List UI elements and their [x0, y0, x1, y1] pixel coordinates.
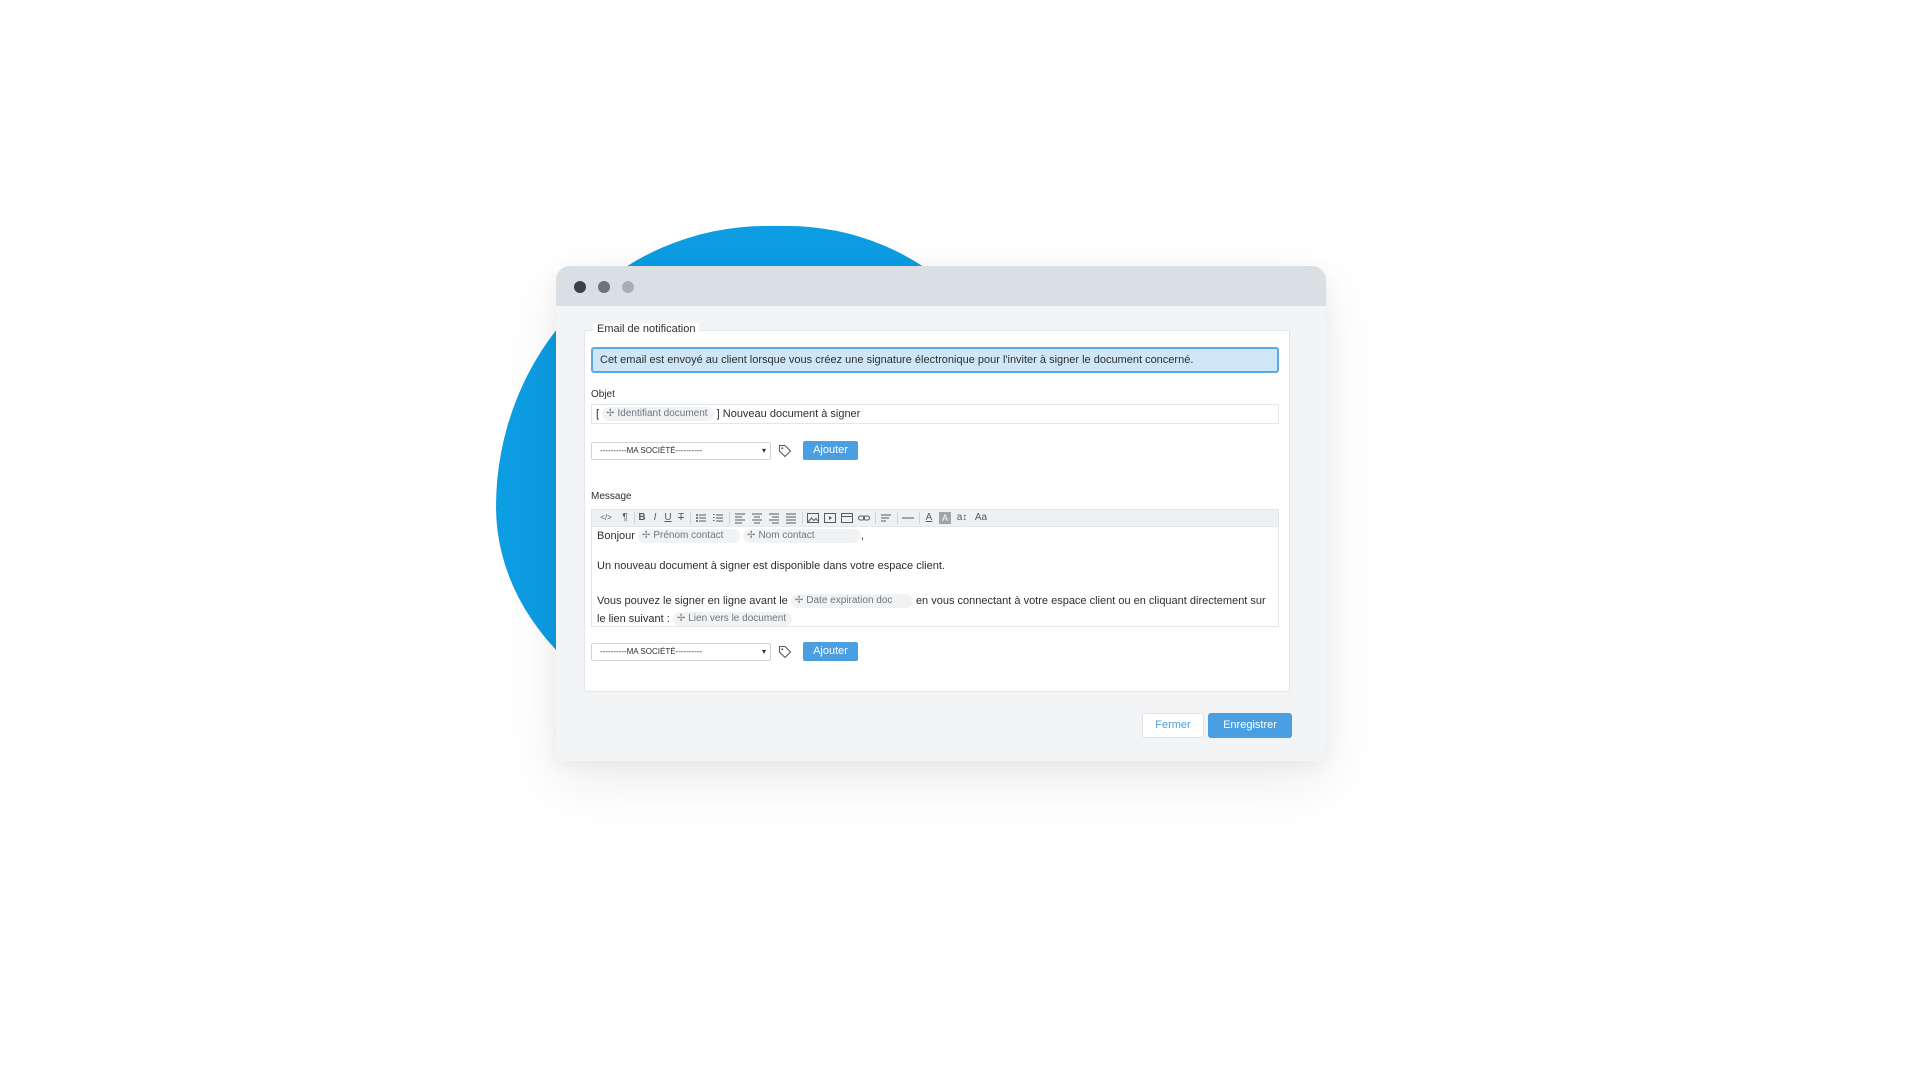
- paragraph-format-icon[interactable]: [879, 511, 893, 525]
- editor-line-2: Un nouveau document à signer est disponi…: [597, 560, 945, 572]
- align-center-icon[interactable]: [750, 511, 764, 525]
- add-variable-message-button[interactable]: Ajouter: [803, 642, 858, 661]
- chip-last-name[interactable]: ✢ Nom contact: [743, 529, 862, 543]
- select-value: ----------MA SOCIÉTÉ----------: [600, 647, 703, 656]
- align-justify-icon[interactable]: [784, 511, 798, 525]
- chip-expiration-date[interactable]: ✢ Date expiration doc: [790, 594, 913, 608]
- add-variable-subject-button[interactable]: Ajouter: [803, 441, 858, 460]
- subject-open-bracket: [: [596, 408, 600, 420]
- move-icon: ✢: [606, 408, 615, 420]
- font-size-button[interactable]: a↕: [955, 511, 969, 525]
- font-color-button[interactable]: A: [923, 511, 935, 525]
- toolbar-separator: [802, 512, 803, 524]
- tag-icon[interactable]: [778, 444, 792, 458]
- chip-label: Lien vers le document: [688, 613, 787, 624]
- window-titlebar: [556, 266, 1326, 306]
- chip-document-link[interactable]: ✢ Lien vers le document: [672, 612, 793, 626]
- message-editor[interactable]: Bonjour ✢ Prénom contact ✢ Nom contact, Un…: [591, 527, 1279, 627]
- app-window: Email de notification Cet email est envo…: [556, 266, 1326, 761]
- window-maximize-dot[interactable]: [622, 281, 634, 293]
- underline-button[interactable]: U: [663, 511, 673, 525]
- chip-label: Date expiration doc: [806, 595, 893, 606]
- video-icon[interactable]: [823, 511, 837, 525]
- move-icon: ✢: [676, 613, 686, 624]
- editor-line-4-start: le lien suivant :: [597, 612, 670, 625]
- window-minimize-dot[interactable]: [598, 281, 610, 293]
- subject-text: ] Nouveau document à signer: [716, 408, 861, 420]
- editor-comma: ,: [861, 529, 865, 542]
- toolbar-separator: [729, 512, 730, 524]
- toolbar-separator: [634, 512, 635, 524]
- table-icon[interactable]: [840, 511, 854, 525]
- subject-label: Objet: [591, 389, 615, 400]
- chip-label: Prénom contact: [653, 530, 724, 541]
- code-view-button[interactable]: </>: [596, 511, 616, 525]
- subject-input[interactable]: [ ✢ Identifiant document ] Nouveau docume…: [591, 404, 1279, 424]
- variable-select-subject[interactable]: ----------MA SOCIÉTÉ---------- ▾: [591, 442, 771, 460]
- variable-select-message[interactable]: ----------MA SOCIÉTÉ---------- ▾: [591, 643, 771, 661]
- move-icon: ✢: [641, 530, 651, 541]
- notification-email-panel: Email de notification Cet email est envo…: [584, 323, 1290, 692]
- bullet-list-icon[interactable]: [694, 511, 708, 525]
- chip-label: Identifiant document: [617, 408, 708, 420]
- chevron-down-icon: ▾: [761, 446, 766, 455]
- horizontal-rule-icon[interactable]: [901, 511, 915, 525]
- message-label: Message: [591, 491, 632, 502]
- editor-toolbar: </> ¶ B I U T A A a↕ Aa: [591, 509, 1279, 527]
- align-left-icon[interactable]: [733, 511, 747, 525]
- paragraph-button[interactable]: ¶: [620, 511, 630, 525]
- move-icon: ✢: [794, 595, 804, 606]
- link-icon[interactable]: [857, 511, 871, 525]
- numbered-list-icon[interactable]: [711, 511, 725, 525]
- chip-document-id[interactable]: ✢ Identifiant document: [602, 407, 714, 422]
- editor-line-3-end: en vous connectant à votre espace client…: [915, 594, 1266, 607]
- chip-first-name[interactable]: ✢ Prénom contact: [637, 529, 740, 543]
- toolbar-separator: [919, 512, 920, 524]
- font-family-button[interactable]: Aa: [973, 511, 989, 525]
- editor-greeting: Bonjour: [597, 529, 635, 542]
- bold-button[interactable]: B: [637, 511, 647, 525]
- close-button[interactable]: Fermer: [1142, 713, 1204, 738]
- italic-button[interactable]: I: [650, 511, 660, 525]
- editor-line-3-start: Vous pouvez le signer en ligne avant le: [597, 594, 788, 607]
- strikethrough-button[interactable]: T: [676, 511, 686, 525]
- window-close-dot[interactable]: [574, 281, 586, 293]
- select-value: ----------MA SOCIÉTÉ----------: [600, 446, 703, 455]
- move-icon: ✢: [747, 530, 756, 541]
- save-button[interactable]: Enregistrer: [1208, 713, 1292, 738]
- toolbar-separator: [897, 512, 898, 524]
- toolbar-separator: [690, 512, 691, 524]
- background-color-button[interactable]: A: [939, 512, 951, 524]
- toolbar-separator: [875, 512, 876, 524]
- chip-label: Nom contact: [758, 530, 815, 541]
- tag-icon[interactable]: [778, 645, 792, 659]
- align-right-icon[interactable]: [767, 511, 781, 525]
- info-banner: Cet email est envoyé au client lorsque v…: [591, 347, 1279, 373]
- panel-legend: Email de notification: [593, 323, 700, 335]
- chevron-down-icon: ▾: [761, 647, 766, 656]
- image-icon[interactable]: [806, 511, 820, 525]
